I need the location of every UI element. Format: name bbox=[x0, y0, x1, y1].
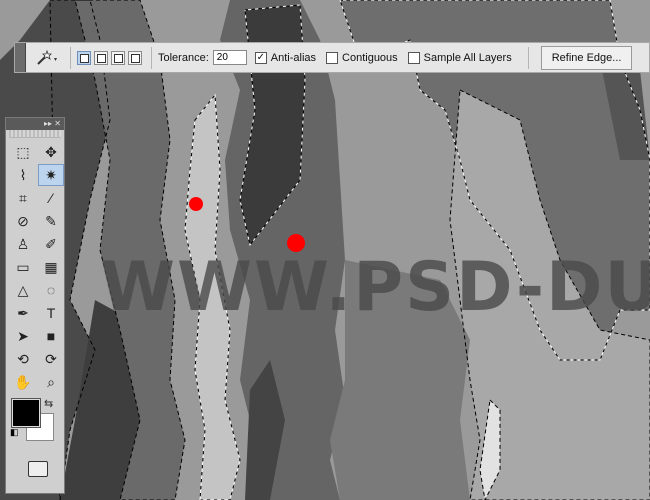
type-icon[interactable]: T bbox=[38, 302, 64, 324]
tools-panel: ▸▸ ✕ ⬚ ✥ ⌇ ✷ ⌗ ⁄ ⊘ ✎ ♙ ✐ ▭ ▦ △ ◌ ✒ T ➤ ■ ⟲ ⟳ ✋ ⌕ ⇆ ◧ bbox=[5, 117, 65, 494]
red-marker-center bbox=[287, 234, 305, 252]
zoom-icon[interactable]: ⌕ bbox=[38, 371, 64, 393]
move-icon[interactable]: ✥ bbox=[38, 141, 64, 163]
magic-wand-icon bbox=[37, 49, 57, 65]
options-bar-grip[interactable] bbox=[15, 43, 26, 72]
checkbox-unchecked-icon[interactable] bbox=[407, 51, 420, 64]
history-brush-icon[interactable]: ✐ bbox=[38, 233, 64, 255]
anti-alias-label: Anti-alias bbox=[270, 51, 317, 64]
separator bbox=[70, 46, 71, 69]
blur-icon[interactable]: △ bbox=[10, 279, 36, 301]
stamp-icon[interactable]: ♙ bbox=[10, 233, 36, 255]
tolerance-input[interactable] bbox=[212, 50, 247, 65]
tolerance-label: Tolerance: bbox=[158, 51, 209, 64]
add-selection-icon[interactable] bbox=[94, 50, 108, 65]
polygonal-lasso-icon[interactable]: ⌇ bbox=[10, 164, 36, 186]
rect-marquee-icon[interactable]: ⬚ bbox=[10, 141, 36, 163]
3d-orbit-icon[interactable]: ⟳ bbox=[38, 348, 64, 370]
toolbox-grip[interactable] bbox=[9, 130, 61, 138]
tool-grid: ⬚ ✥ ⌇ ✷ ⌗ ⁄ ⊘ ✎ ♙ ✐ ▭ ▦ △ ◌ ✒ T ➤ ■ ⟲ ⟳ ✋ ⌕ bbox=[6, 138, 64, 393]
foreground-color-swatch[interactable] bbox=[11, 398, 41, 428]
anti-alias-checkbox[interactable]: ✓ Anti-alias bbox=[254, 51, 317, 64]
intersect-selection-icon[interactable] bbox=[128, 50, 142, 65]
tool-preset-picker[interactable] bbox=[26, 46, 64, 70]
rectangle-shape-icon[interactable]: ■ bbox=[38, 325, 64, 347]
contiguous-checkbox[interactable]: Contiguous bbox=[326, 51, 398, 64]
watermark-text: WWW.PSD-DUDE.COM bbox=[100, 248, 650, 327]
color-swatches: ⇆ ◧ bbox=[6, 395, 64, 477]
document-canvas[interactable]: WWW.PSD-DUDE.COM bbox=[0, 0, 650, 500]
toolbox-header[interactable]: ▸▸ ✕ bbox=[6, 118, 64, 130]
separator bbox=[151, 46, 152, 69]
swap-colors-icon[interactable]: ⇆ bbox=[44, 397, 53, 410]
quick-mask-button[interactable] bbox=[28, 461, 48, 477]
bandage-icon[interactable]: ⊘ bbox=[10, 210, 36, 232]
3d-rotate-icon[interactable]: ⟲ bbox=[10, 348, 36, 370]
contiguous-label: Contiguous bbox=[342, 51, 398, 64]
refine-edge-button[interactable]: Refine Edge... bbox=[540, 45, 633, 70]
subtract-selection-icon[interactable] bbox=[111, 50, 125, 65]
pen-icon[interactable]: ✒ bbox=[10, 302, 36, 324]
gradient-icon[interactable]: ▦ bbox=[38, 256, 64, 278]
new-selection-icon[interactable] bbox=[77, 50, 91, 65]
sample-all-layers-checkbox[interactable]: Sample All Layers bbox=[407, 51, 512, 64]
checkbox-checked-icon[interactable]: ✓ bbox=[254, 51, 267, 64]
hand-icon[interactable]: ✋ bbox=[10, 371, 36, 393]
default-colors-icon[interactable]: ◧ bbox=[10, 427, 19, 438]
eyedropper-icon[interactable]: ⁄ bbox=[38, 187, 64, 209]
arrow-icon[interactable]: ➤ bbox=[10, 325, 36, 347]
crop-icon[interactable]: ⌗ bbox=[10, 187, 36, 209]
magic-wand-icon[interactable]: ✷ bbox=[38, 164, 64, 186]
eraser-icon[interactable]: ▭ bbox=[10, 256, 36, 278]
red-marker-light-band bbox=[189, 197, 203, 211]
dodge-icon[interactable]: ◌ bbox=[38, 279, 64, 301]
separator bbox=[527, 46, 529, 69]
tool-options-bar: Tolerance: ✓ Anti-alias Contiguous Sampl… bbox=[14, 42, 650, 73]
checkbox-unchecked-icon[interactable] bbox=[326, 51, 339, 64]
sample-all-layers-label: Sample All Layers bbox=[423, 51, 512, 64]
brush-icon[interactable]: ✎ bbox=[38, 210, 64, 232]
